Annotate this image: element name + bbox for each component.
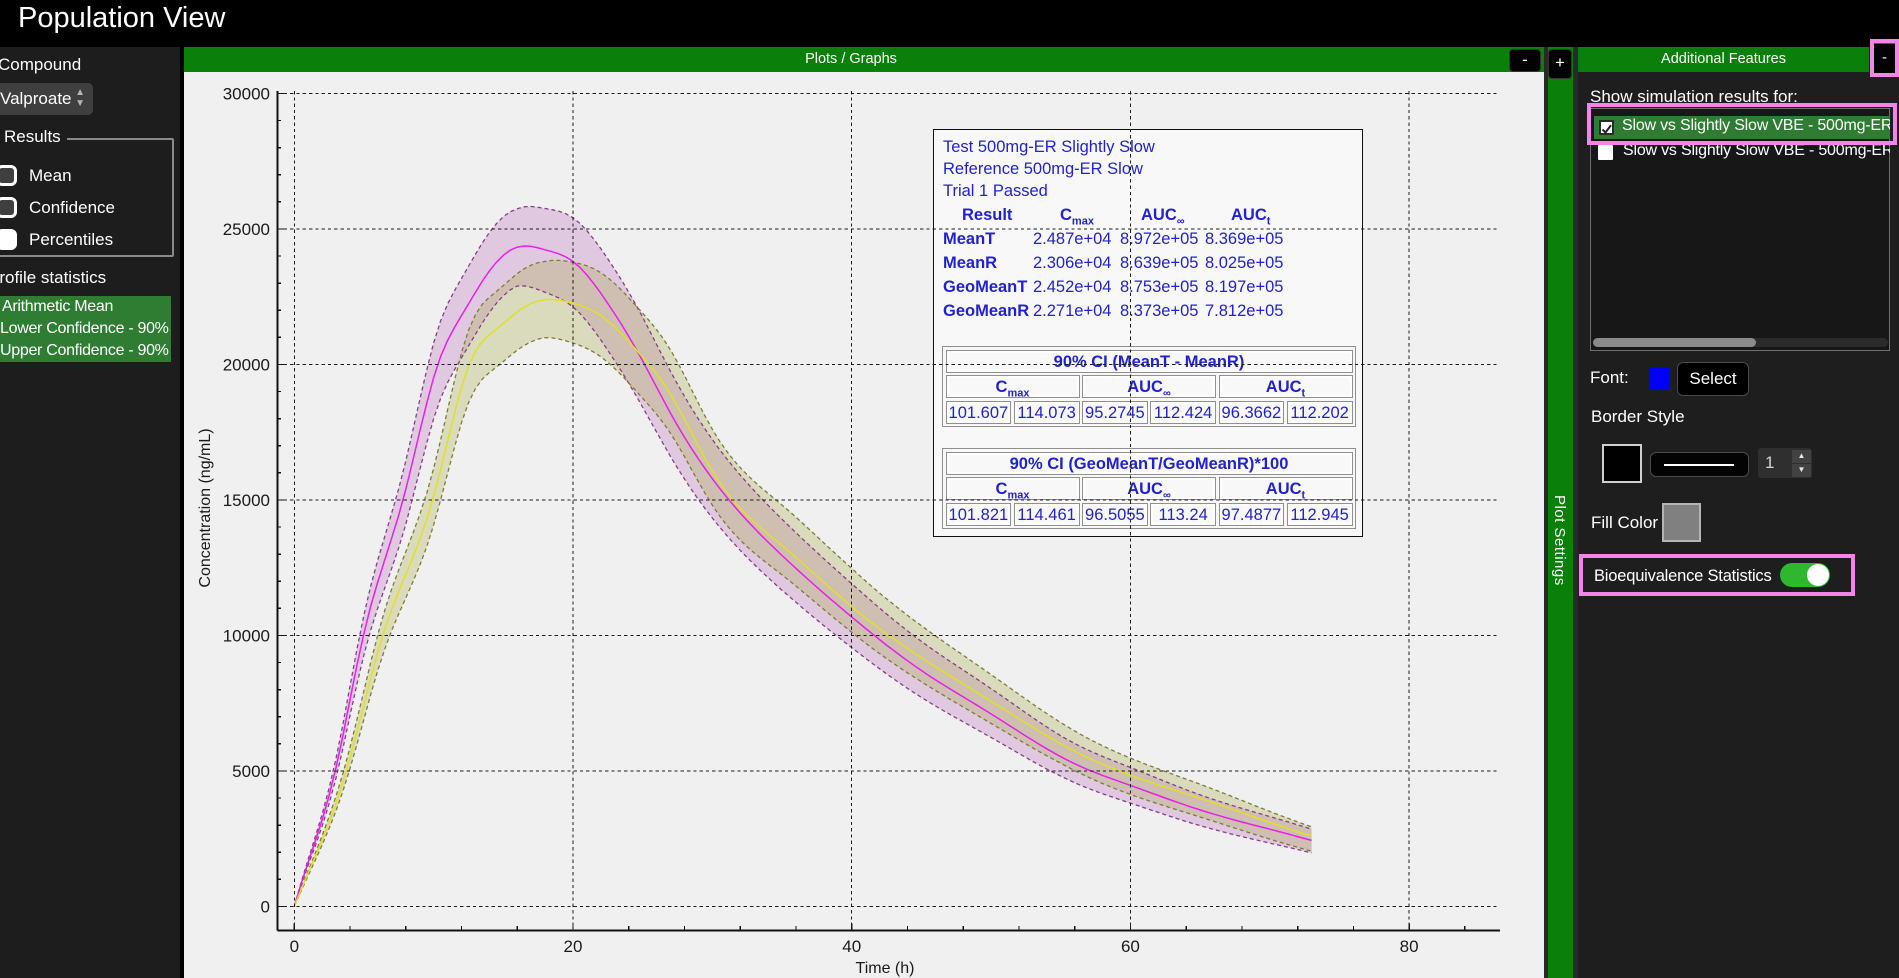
svg-text:25000: 25000 xyxy=(223,220,270,239)
svg-text:0: 0 xyxy=(261,897,270,916)
svg-text:0: 0 xyxy=(290,937,299,956)
svg-text:20: 20 xyxy=(564,937,583,956)
svg-text:40: 40 xyxy=(842,937,861,956)
svg-text:10000: 10000 xyxy=(223,626,270,645)
svg-text:Time (h): Time (h) xyxy=(856,960,915,977)
svg-text:80: 80 xyxy=(1400,937,1419,956)
svg-text:5000: 5000 xyxy=(232,762,270,781)
svg-text:60: 60 xyxy=(1121,937,1140,956)
svg-text:20000: 20000 xyxy=(223,355,270,374)
svg-text:Concentration (ng/mL): Concentration (ng/mL) xyxy=(197,428,214,587)
svg-text:15000: 15000 xyxy=(223,491,270,510)
svg-text:30000: 30000 xyxy=(223,84,270,103)
